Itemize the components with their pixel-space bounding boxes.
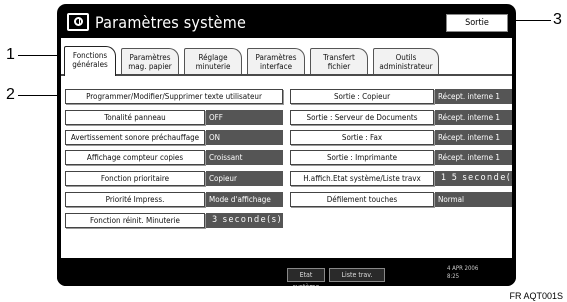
output-printer-button[interactable]: Sortie : Imprimante (290, 150, 434, 165)
panel-tone-value: OFF (206, 110, 283, 125)
output-copier-value: Récept. interne 1 (435, 89, 512, 104)
tab-label-line2: minuterie (195, 62, 231, 71)
output-printer-value: Récept. interne 1 (435, 150, 512, 165)
time-display: 8:25 (447, 273, 460, 280)
tab-label-line2: interface (259, 62, 293, 71)
page-title: Paramètres système (95, 13, 247, 32)
callout-3: 3 (553, 11, 562, 28)
tab-label-line1: Outils (395, 53, 417, 62)
tab-bar: Fonctions générales Paramètres mag. papi… (61, 38, 512, 76)
figure-code: FR AQT001S (509, 291, 563, 301)
tab-tray-paper-settings[interactable]: Paramètres mag. papier (121, 48, 179, 74)
job-list-button[interactable]: Liste trav. (329, 268, 385, 282)
touch-screen: Paramètres système Sortie Fonctions géné… (61, 8, 512, 258)
key-repeat-button[interactable]: Défilement touches (290, 192, 434, 207)
output-copier-button[interactable]: Sortie : Copieur (290, 89, 434, 104)
system-status-display-time-value: 1 5 seconde(s) (435, 171, 512, 186)
system-status-button[interactable]: Etat système (287, 268, 325, 286)
status-bar: Etat système Liste trav. 4 APR 2006 8:25 (57, 258, 516, 286)
output-fax-value: Récept. interne 1 (435, 130, 512, 145)
panel-tone-button[interactable]: Tonalité panneau (65, 110, 205, 125)
program-user-text-button[interactable]: Programmer/Modifier/Supprimer texte util… (65, 89, 283, 104)
print-priority-value: Mode d'affichage (206, 192, 283, 207)
function-reset-timer-value: 3 seconde(s) (206, 213, 283, 228)
tab-administrator-tools[interactable]: Outils administrateur (373, 48, 439, 74)
copy-count-display-value: Croissant (206, 150, 283, 165)
title-bar: Paramètres système Sortie (61, 8, 512, 38)
date-time: 4 APR 2006 8:25 (447, 265, 478, 281)
callout-1: 1 (6, 46, 15, 63)
tab-label-line1: Paramètres (255, 53, 297, 62)
tab-general-features[interactable]: Fonctions générales (64, 46, 116, 76)
output-fax-button[interactable]: Sortie : Fax (290, 130, 434, 145)
tab-label-line1: Fonctions (72, 51, 108, 60)
device-panel: Paramètres système Sortie Fonctions géné… (57, 4, 516, 286)
tab-timer-settings[interactable]: Réglage minuterie (184, 48, 242, 74)
output-document-server-button[interactable]: Sortie : Serveur de Documents (290, 110, 434, 125)
function-priority-button[interactable]: Fonction prioritaire (65, 171, 205, 186)
tab-interface-settings[interactable]: Paramètres interface (247, 48, 305, 74)
callout-2: 2 (6, 86, 15, 103)
tab-label-line1: Réglage (198, 53, 228, 62)
tab-label-line2: administrateur (379, 62, 433, 71)
tab-label-line2: mag. papier (128, 62, 172, 71)
copy-count-display-button[interactable]: Affichage compteur copies (65, 150, 205, 165)
key-repeat-value: Normal (435, 192, 512, 207)
warm-up-notice-button[interactable]: Avertissement sonore préchauffage (65, 130, 205, 145)
date-display: 4 APR 2006 (447, 265, 479, 272)
tab-label-line1: Paramètres (129, 53, 171, 62)
warm-up-notice-value: ON (206, 130, 283, 145)
system-status-display-time-button[interactable]: H.affich.Etat système/Liste travx (290, 171, 434, 186)
function-reset-timer-button[interactable]: Fonction réinit. Minuterie (65, 213, 205, 228)
tab-label-line1: Transfert (323, 53, 355, 62)
tab-file-transfer[interactable]: Transfert fichier (310, 48, 368, 74)
settings-clock-icon (67, 13, 89, 31)
output-document-server-value: Récept. interne 1 (435, 110, 512, 125)
tab-label-line2: fichier (327, 62, 351, 71)
settings-content: Programmer/Modifier/Supprimer texte util… (61, 76, 512, 258)
exit-button[interactable]: Sortie (446, 14, 508, 32)
tab-label-line2: générales (72, 60, 108, 69)
print-priority-button[interactable]: Priorité Impress. (65, 192, 205, 207)
function-priority-value: Copieur (206, 171, 283, 186)
